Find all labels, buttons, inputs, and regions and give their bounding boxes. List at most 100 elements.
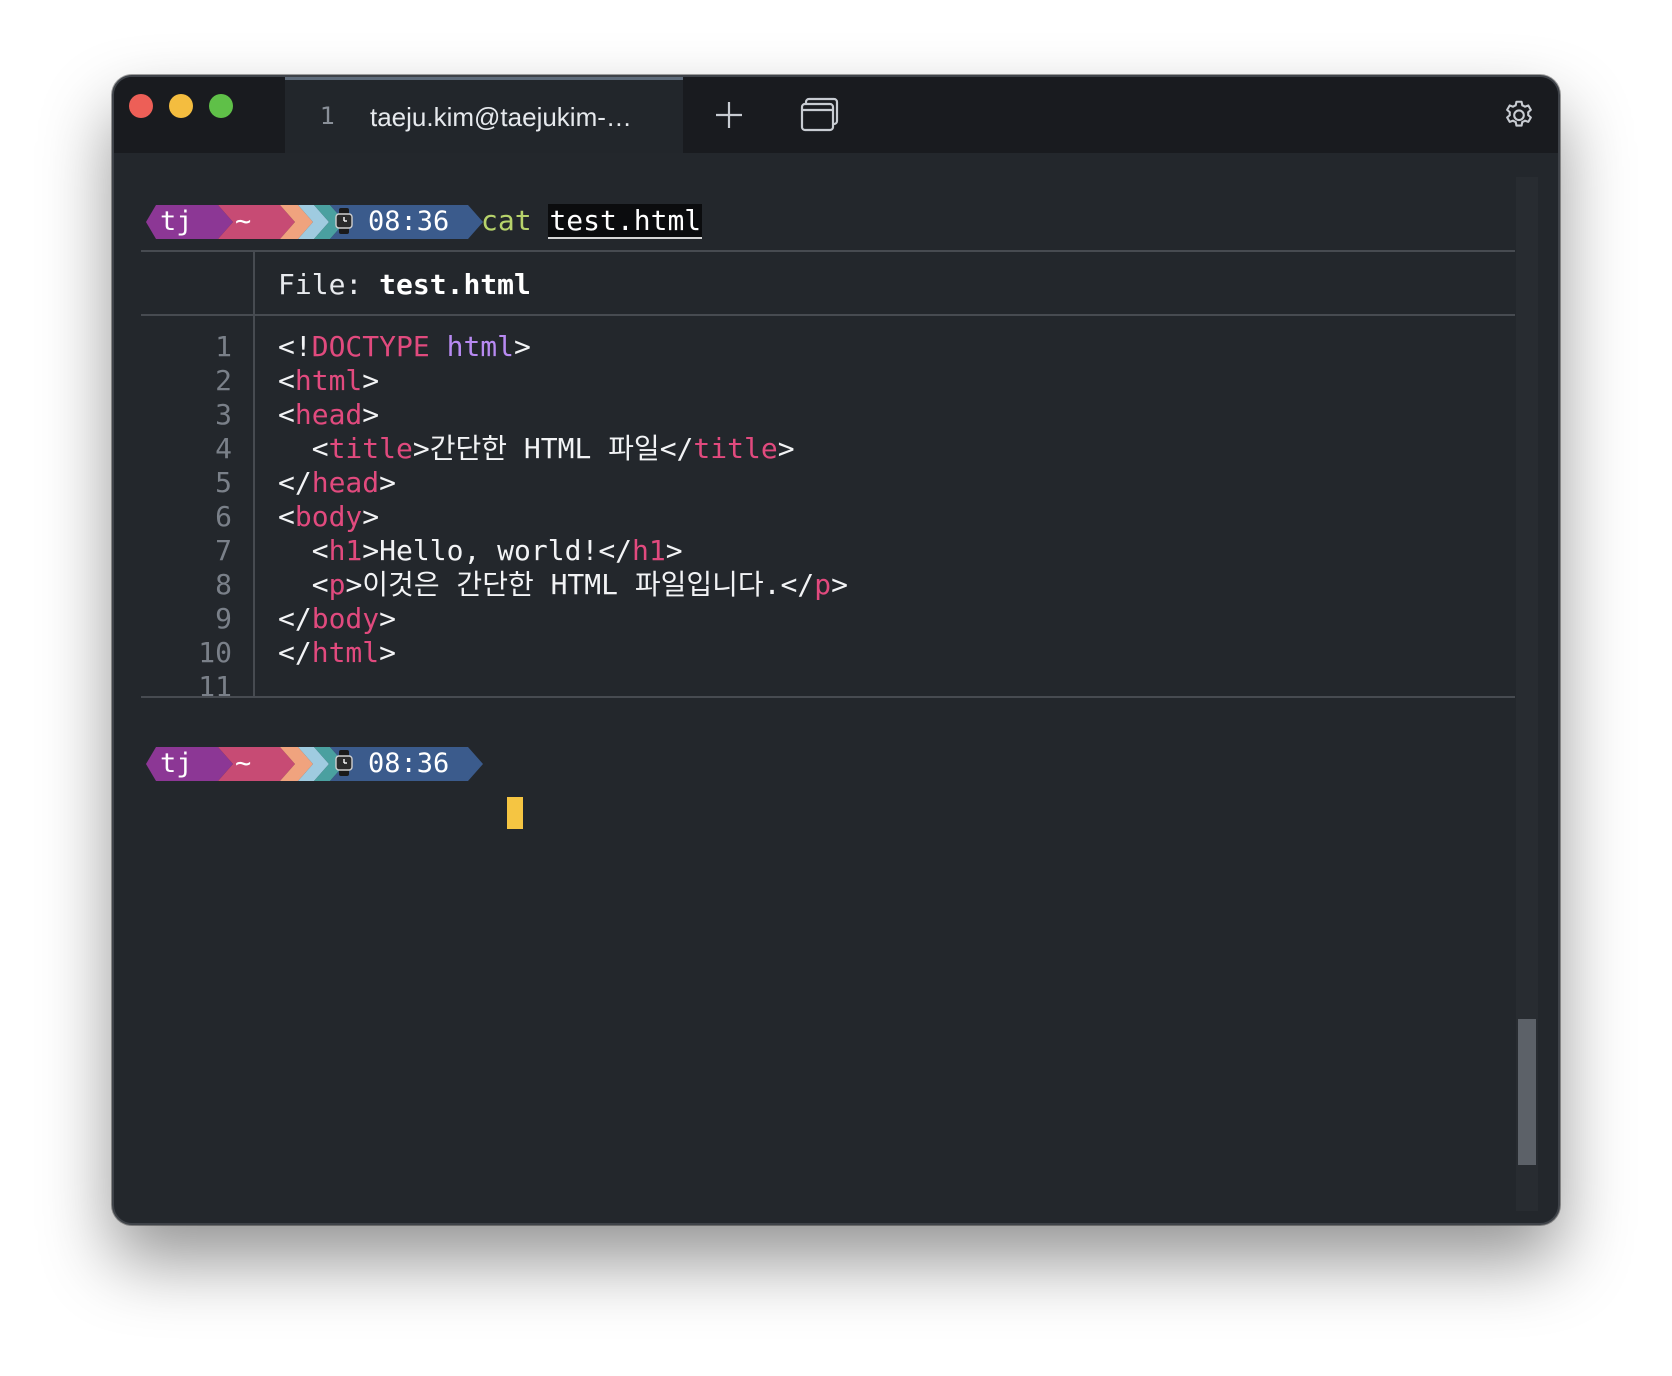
code-token: p xyxy=(328,568,346,601)
code-token: p xyxy=(814,568,832,601)
code-token: < xyxy=(278,500,295,533)
line-number: 10 xyxy=(198,636,232,669)
code-token: html xyxy=(294,364,363,397)
prompt-user: tj xyxy=(160,206,193,237)
code-token: body xyxy=(294,500,363,533)
gutter-divider xyxy=(253,252,255,314)
gutter-divider xyxy=(253,316,255,696)
shell-prompt: tj ~ 08:36 xyxy=(146,205,486,239)
code-token: > xyxy=(362,500,380,533)
divider xyxy=(141,314,1515,316)
code-token: > xyxy=(362,398,380,431)
code-line: <!DOCTYPE html> xyxy=(278,330,848,364)
terminal-window: 1 taeju.kim@taejukim-… tj ~ 08:36 cat te… xyxy=(112,75,1560,1225)
code-line: <html> xyxy=(278,364,848,398)
line-number: 4 xyxy=(215,432,232,465)
watch-icon xyxy=(334,748,354,782)
line-number: 9 xyxy=(215,602,232,635)
scrollbar-thumb[interactable] xyxy=(1518,1019,1536,1165)
code-token: </ xyxy=(278,466,312,499)
line-number-gutter: 1 2 3 4 5 6 7 8 9 10 11 xyxy=(154,330,232,704)
code-view: <!DOCTYPE html> <html> <head> <title>간단한 H… xyxy=(278,330,848,704)
line-number: 5 xyxy=(215,466,232,499)
code-line: <title>간단한 HTML 파일</title> xyxy=(278,432,848,466)
code-token: title xyxy=(328,432,413,465)
code-token: h1 xyxy=(632,534,666,567)
code-token: 간단한 HTML 파일 xyxy=(429,432,660,465)
prompt-dir: ~ xyxy=(235,748,252,779)
code-token: body xyxy=(311,602,380,635)
file-name: test.html xyxy=(379,268,531,301)
code-token: > xyxy=(777,432,795,465)
prompt-dir: ~ xyxy=(235,206,252,237)
prompt-time: 08:36 xyxy=(368,748,450,779)
code-line: <h1>Hello, world!</h1> xyxy=(278,534,848,568)
code-token: title xyxy=(693,432,778,465)
code-token: Hello, world! xyxy=(379,534,599,567)
code-token: </ xyxy=(780,568,815,601)
code-token: > xyxy=(362,534,380,567)
prompt-time: 08:36 xyxy=(368,206,450,237)
code-token: > xyxy=(665,534,683,567)
code-token: </ xyxy=(278,636,312,669)
line-number: 3 xyxy=(215,398,232,431)
command-name: cat xyxy=(481,204,532,237)
plus-icon xyxy=(716,102,742,128)
settings-button[interactable] xyxy=(1494,91,1544,141)
code-token: > xyxy=(379,466,397,499)
code-token: > xyxy=(412,432,430,465)
title-bar: 1 taeju.kim@taejukim-… xyxy=(114,77,1558,153)
code-token: 이것은 간단한 HTML 파일입니다. xyxy=(362,568,781,601)
code-token: </ xyxy=(598,534,633,567)
prompt-user: tj xyxy=(160,748,193,779)
code-token: </ xyxy=(278,602,312,635)
maximize-window-button[interactable] xyxy=(209,94,233,118)
divider xyxy=(141,250,1515,252)
code-token: </ xyxy=(659,432,694,465)
minimize-window-button[interactable] xyxy=(169,94,193,118)
code-token: DOCTYPE xyxy=(311,330,430,363)
divider xyxy=(141,696,1515,698)
code-token: head xyxy=(294,398,363,431)
watch-icon xyxy=(334,206,354,240)
code-line: <p>이것은 간단한 HTML 파일입니다.</p> xyxy=(278,568,848,602)
code-token: > xyxy=(831,568,848,601)
code-line: </body> xyxy=(278,602,848,636)
code-token: html xyxy=(446,330,515,363)
code-token: < xyxy=(311,534,329,567)
file-header: File: test.html xyxy=(278,265,531,305)
line-number: 7 xyxy=(215,534,232,567)
window-panes-icon xyxy=(800,97,839,132)
command-argument: test.html xyxy=(548,204,703,239)
file-label: File: xyxy=(278,268,380,301)
code-token: > xyxy=(345,568,363,601)
code-token: > xyxy=(379,636,397,669)
code-token: > xyxy=(514,330,531,363)
line-number: 1 xyxy=(215,330,232,363)
code-line: </html> xyxy=(278,636,848,670)
tab-title: taeju.kim@taejukim-… xyxy=(370,102,632,132)
code-token: h1 xyxy=(328,534,363,567)
close-window-button[interactable] xyxy=(129,94,153,118)
code-token: < xyxy=(311,432,329,465)
code-line: <body> xyxy=(278,500,848,534)
code-line: <head> xyxy=(278,398,848,432)
terminal-tab[interactable]: 1 taeju.kim@taejukim-… xyxy=(285,77,683,153)
terminal-cursor[interactable] xyxy=(507,797,523,829)
tab-number: 1 xyxy=(320,102,336,130)
code-token: html xyxy=(311,636,380,669)
tab-overview-button[interactable] xyxy=(794,93,846,137)
line-number: 2 xyxy=(215,364,232,397)
line-number: 6 xyxy=(215,500,232,533)
code-token: <! xyxy=(278,330,312,363)
code-token: > xyxy=(362,364,380,397)
new-tab-button[interactable] xyxy=(704,95,754,135)
code-token: head xyxy=(311,466,380,499)
gear-icon xyxy=(1506,100,1532,127)
line-number: 8 xyxy=(215,568,232,601)
